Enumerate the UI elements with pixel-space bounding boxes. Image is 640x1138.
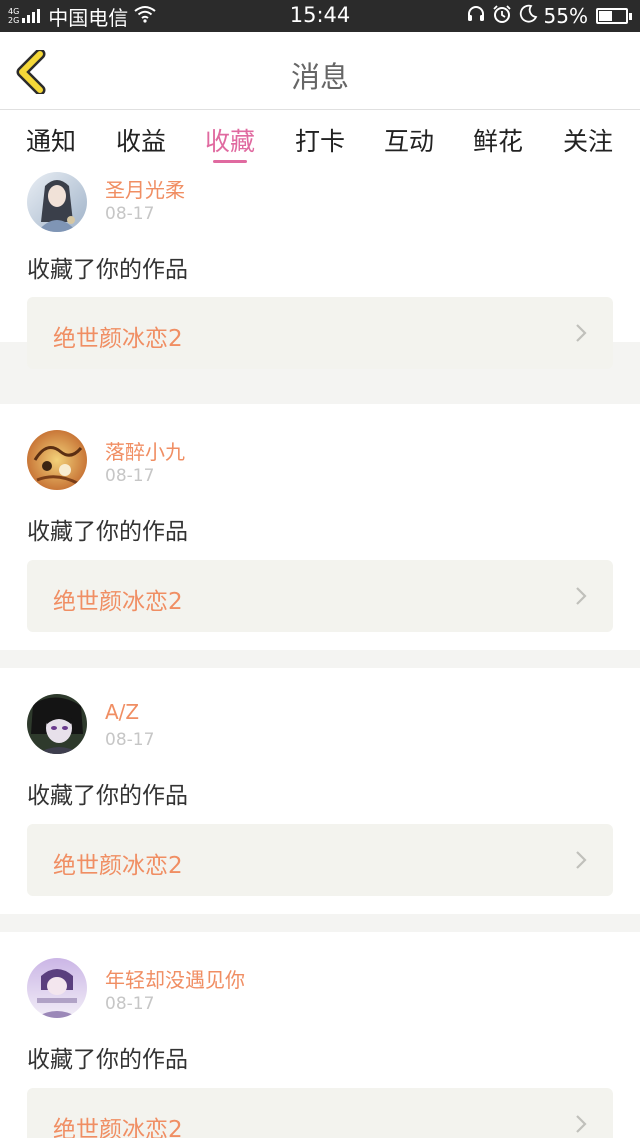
message-card: 圣月光柔 08-17 收藏了你的作品 绝世颜冰恋2: [0, 166, 640, 369]
page-title: 消息: [290, 60, 349, 94]
avatar[interactable]: [27, 694, 87, 754]
chevron-right-icon: [575, 323, 587, 347]
work-link[interactable]: 绝世颜冰恋2: [27, 824, 613, 896]
work-link[interactable]: 绝世颜冰恋2: [27, 297, 613, 369]
work-title: 绝世颜冰恋2: [53, 853, 183, 879]
status-bar: 4G 2G 中国电信 15:44 55%: [0, 0, 640, 32]
message-date: 08-17: [105, 730, 155, 750]
battery-icon: [596, 8, 632, 24]
message-card: 落醉小九 08-17 收藏了你的作品 绝世颜冰恋2: [0, 404, 640, 650]
tab-flowers[interactable]: 鲜花: [473, 122, 523, 158]
work-title: 绝世颜冰恋2: [53, 326, 183, 352]
avatar[interactable]: [27, 958, 87, 1018]
work-link[interactable]: 绝世颜冰恋2: [27, 1088, 613, 1138]
message-list: 圣月光柔 08-17 收藏了你的作品 绝世颜冰恋2 落醉小九 08-17 收藏了…: [0, 166, 640, 1138]
work-title: 绝世颜冰恋2: [53, 589, 183, 615]
chevron-right-icon: [575, 586, 587, 610]
tab-bar: 通知 收益 收藏 打卡 互动 鲜花 关注: [0, 110, 640, 166]
action-text: 收藏了你的作品: [27, 257, 188, 283]
tab-interaction[interactable]: 互动: [384, 122, 434, 158]
message-date: 08-17: [105, 204, 155, 224]
active-tab-indicator: [213, 160, 247, 163]
action-text: 收藏了你的作品: [27, 1047, 188, 1073]
message-date: 08-17: [105, 466, 155, 486]
header-bar: 消息: [0, 32, 640, 110]
message-date: 08-17: [105, 994, 155, 1014]
battery-percent: 55%: [543, 4, 588, 28]
username[interactable]: 落醉小九: [105, 436, 185, 465]
tab-favorites[interactable]: 收藏: [205, 122, 255, 158]
action-text: 收藏了你的作品: [27, 783, 188, 809]
alarm-icon: [492, 4, 512, 29]
avatar[interactable]: [27, 430, 87, 490]
avatar[interactable]: [27, 172, 87, 232]
moon-icon: [518, 4, 538, 29]
chevron-right-icon: [575, 1114, 587, 1138]
tab-notification[interactable]: 通知: [26, 122, 76, 158]
work-link[interactable]: 绝世颜冰恋2: [27, 560, 613, 632]
username[interactable]: 圣月光柔: [105, 174, 185, 203]
message-card: 年轻却没遇见你 08-17 收藏了你的作品 绝世颜冰恋2: [0, 932, 640, 1138]
action-text: 收藏了你的作品: [27, 519, 188, 545]
chevron-right-icon: [575, 850, 587, 874]
username[interactable]: A/Z: [105, 700, 139, 724]
username[interactable]: 年轻却没遇见你: [105, 964, 245, 993]
work-title: 绝世颜冰恋2: [53, 1117, 183, 1138]
tab-earnings[interactable]: 收益: [116, 122, 166, 158]
tab-checkin[interactable]: 打卡: [295, 122, 345, 158]
tab-following[interactable]: 关注: [563, 122, 613, 158]
message-card: A/Z 08-17 收藏了你的作品 绝世颜冰恋2: [0, 668, 640, 914]
headset-icon: [466, 4, 486, 29]
status-right: 55%: [460, 2, 632, 30]
